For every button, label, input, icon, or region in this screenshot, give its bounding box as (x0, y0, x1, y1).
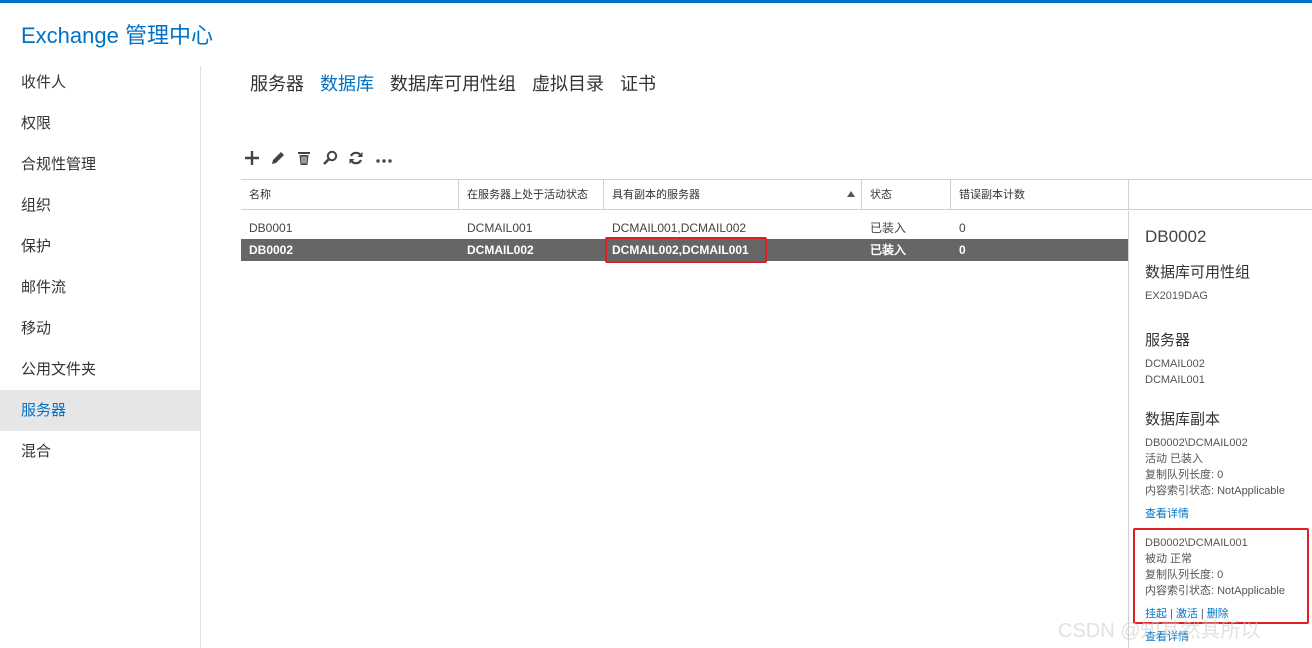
toolbar (243, 148, 395, 168)
sidebar-item-servers[interactable]: 服务器 (0, 390, 200, 431)
tab-dag[interactable]: 数据库可用性组 (390, 70, 516, 96)
cell-status: 已装入 (870, 221, 907, 235)
copy-2-state: 被动 正常 (1145, 553, 1193, 565)
sidebar: 收件人 权限 合规性管理 组织 保护 邮件流 移动 公用文件夹 服务器 混合 (0, 62, 200, 472)
database-grid: 名称 在服务器上处于活动状态 具有副本的服务器 状态 错误副本计数 (241, 179, 1312, 210)
cell-status: 已装入 (870, 243, 907, 257)
delete-icon[interactable] (295, 148, 313, 168)
refresh-icon[interactable] (347, 148, 365, 168)
cell-bad-copy-count: 0 (959, 221, 966, 235)
tab-bar: 服务器 数据库 数据库可用性组 虚拟目录 证书 (250, 70, 656, 96)
top-accent-bar (0, 0, 1312, 3)
app-title: Exchange 管理中心 (21, 23, 213, 48)
tab-virtual-directories[interactable]: 虚拟目录 (532, 70, 604, 96)
details-dag-heading: 数据库可用性组 (1145, 264, 1251, 281)
copy-1-view-details-link[interactable]: 查看详情 (1145, 508, 1189, 520)
cell-copies: DCMAIL002,DCMAIL001 (612, 243, 749, 257)
cell-active-on: DCMAIL002 (467, 243, 534, 257)
sidebar-item-mobile[interactable]: 移动 (0, 308, 200, 349)
sidebar-item-protection[interactable]: 保护 (0, 226, 200, 267)
cell-active-on: DCMAIL001 (467, 221, 533, 235)
cell-name: DB0001 (249, 221, 293, 235)
copy-1-state: 活动 已装入 (1145, 453, 1204, 465)
details-dag-value: EX2019DAG (1145, 290, 1208, 302)
copy-1-name: DB0002\DCMAIL002 (1145, 437, 1248, 449)
column-header-servers-with-copies-label: 具有副本的服务器 (612, 189, 700, 201)
copy-2-name: DB0002\DCMAIL001 (1145, 537, 1248, 549)
copy-2-index: 内容索引状态: NotApplicable (1145, 585, 1285, 597)
copy-1-queue: 复制队列长度: 0 (1145, 469, 1224, 481)
details-server-2: DCMAIL001 (1145, 374, 1205, 386)
cell-name: DB0002 (249, 243, 294, 257)
table-row-selected[interactable]: DB0002 DCMAIL002 DCMAIL002,DCMAIL001 已装入… (241, 239, 1128, 261)
details-copies-heading: 数据库副本 (1145, 411, 1221, 428)
column-header-servers-with-copies[interactable]: 具有副本的服务器 (604, 180, 862, 209)
sidebar-item-compliance[interactable]: 合规性管理 (0, 144, 200, 185)
tab-databases[interactable]: 数据库 (320, 70, 374, 96)
sidebar-item-organization[interactable]: 组织 (0, 185, 200, 226)
search-icon[interactable] (321, 148, 339, 168)
sort-ascending-icon (847, 191, 855, 197)
column-header-status[interactable]: 状态 (862, 180, 951, 209)
details-server-1: DCMAIL002 (1145, 358, 1205, 370)
add-icon[interactable] (243, 148, 261, 168)
sidebar-item-mail-flow[interactable]: 邮件流 (0, 267, 200, 308)
edit-icon[interactable] (269, 148, 287, 168)
sidebar-item-hybrid[interactable]: 混合 (0, 431, 200, 472)
tab-certificates[interactable]: 证书 (620, 70, 656, 96)
sidebar-item-public-folders[interactable]: 公用文件夹 (0, 349, 200, 390)
column-header-active-on-server[interactable]: 在服务器上处于活动状态 (459, 180, 604, 209)
cell-copies: DCMAIL001,DCMAIL002 (612, 221, 747, 235)
sidebar-item-permissions[interactable]: 权限 (0, 103, 200, 144)
more-icon[interactable] (373, 148, 395, 168)
column-header-name[interactable]: 名称 (241, 180, 459, 209)
watermark: CSDN @知其然其所以 (1058, 620, 1261, 642)
copy-1-index: 内容索引状态: NotApplicable (1145, 485, 1285, 497)
sidebar-item-recipients[interactable]: 收件人 (0, 62, 200, 103)
sidebar-divider (200, 66, 201, 648)
grid-header: 名称 在服务器上处于活动状态 具有副本的服务器 状态 错误副本计数 (241, 179, 1312, 210)
cell-bad-copy-count: 0 (959, 243, 966, 257)
column-header-bad-copy-count[interactable]: 错误副本计数 (951, 180, 1129, 209)
details-servers-heading: 服务器 (1145, 332, 1191, 349)
copy-2-queue: 复制队列长度: 0 (1145, 569, 1224, 581)
grid-rows: DB0001 DCMAIL001 DCMAIL001,DCMAIL002 已装入… (241, 217, 1128, 261)
table-row[interactable]: DB0001 DCMAIL001 DCMAIL001,DCMAIL002 已装入… (241, 217, 1128, 239)
details-title: DB0002 (1145, 227, 1207, 246)
tab-servers[interactable]: 服务器 (250, 70, 304, 96)
details-pane: DB0002 数据库可用性组 EX2019DAG 服务器 DCMAIL002 D… (1128, 211, 1312, 648)
column-header-blank (1129, 180, 1312, 209)
